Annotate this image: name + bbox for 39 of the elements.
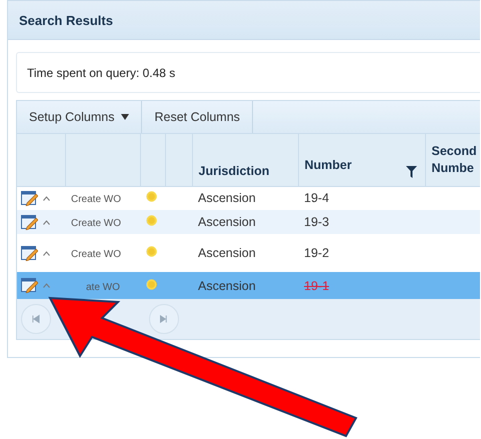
last-page-button[interactable] [149,304,179,334]
table-cell: Ascension [192,210,298,234]
table-row[interactable]: Create WO Ascension 19-4 [17,186,480,210]
create-wo-link[interactable]: Create WO [71,249,122,260]
skip-back-icon [32,314,40,324]
edit-icon[interactable] [21,190,38,206]
table-cell: Ascension [192,186,298,210]
expand-icon[interactable] [43,283,50,288]
setup-columns-dropdown[interactable]: Setup Columns [17,101,142,133]
query-time-text: Time spent on query: 0.48 s [27,66,176,80]
first-page-button[interactable] [21,304,51,334]
column-header[interactable]: Jurisdiction [192,134,298,186]
caret-icon [121,114,130,120]
expand-icon[interactable] [43,250,50,256]
column-header[interactable]: Second Numbe [425,134,480,186]
sun-icon [146,191,157,202]
table-cell: Ascension [192,272,298,299]
table-row[interactable]: ate WO Ascension 19-1 [17,272,480,299]
sun-icon [146,215,157,226]
table-cell: 19-4 [304,191,330,206]
edit-icon[interactable] [21,214,38,230]
expand-icon[interactable] [43,220,50,225]
table-cell: 19-1 [304,278,330,292]
sun-icon [146,278,157,290]
edit-icon[interactable] [21,278,38,294]
edit-icon[interactable] [21,246,38,261]
reset-columns-button[interactable]: Reset Columns [142,101,253,133]
table-cell: Ascension [192,234,298,272]
sun-icon [146,246,157,257]
column-header[interactable]: Number [298,134,425,186]
skip-forward-icon [160,314,168,324]
table-row[interactable]: Create WO Ascension 19-3 [17,210,480,234]
filter-icon[interactable] [406,166,416,178]
table-cell: 19-3 [304,215,330,229]
expand-icon[interactable] [43,196,50,201]
table-row[interactable]: Create WO Ascension 19-2 [17,234,480,272]
panel-title: Search Results [19,12,113,28]
table-cell: 19-2 [304,246,330,260]
create-wo-link[interactable]: Create WO [71,194,122,206]
